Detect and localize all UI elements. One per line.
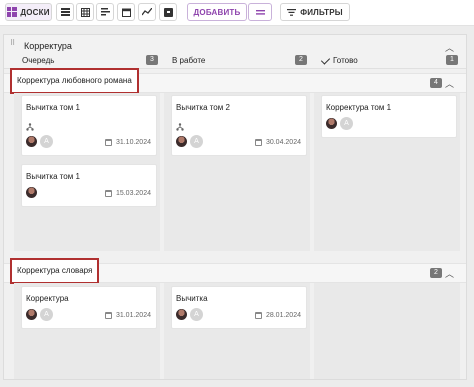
task-card[interactable]: Вычитка том 1 A 31.10.2024 [21, 95, 157, 156]
task-card[interactable]: Вычитка том 2 A 30.04.2024 [171, 95, 307, 156]
avatar[interactable] [175, 308, 188, 321]
calendar-icon [104, 190, 112, 197]
boards-icon [7, 7, 18, 17]
due-date: 31.01.2024 [104, 312, 151, 319]
add-button-label: ДОБАВИТЬ [193, 7, 241, 17]
kanban-board: ⠿ Корректура ︿ Очередь 3 В работе 2 Гото… [3, 34, 467, 380]
swimlane-header[interactable]: Корректура любовного романа 4 ︿ [4, 68, 466, 94]
column-count-queue: 3 [146, 55, 158, 65]
assignees [25, 186, 38, 199]
gantt-view-button[interactable] [96, 3, 114, 21]
task-card[interactable]: Корректура A 31.01.2024 [21, 286, 157, 329]
column-done [314, 283, 460, 379]
subtasks-icon [176, 123, 184, 133]
column-count-done: 1 [446, 55, 458, 65]
avatar[interactable] [175, 135, 188, 148]
due-date-text: 31.01.2024 [115, 312, 151, 319]
archive-icon [163, 7, 173, 17]
task-card[interactable]: Вычитка том 1 15.03.2024 [21, 164, 157, 207]
column-header-in-progress: В работе [172, 56, 206, 65]
check-icon [320, 54, 331, 65]
boards-view-label: ДОСКИ [20, 7, 50, 17]
assignees: A [175, 135, 203, 148]
drag-handle-icon[interactable]: ⠿ [10, 40, 18, 51]
assignees: A [25, 308, 53, 321]
assignees: A [325, 117, 353, 130]
avatar[interactable]: A [40, 308, 53, 321]
column-header-done-label: Готово [333, 56, 358, 65]
filters-button[interactable]: ФИЛЬТРЫ [280, 3, 350, 21]
gantt-icon [100, 8, 110, 16]
subtasks-icon [26, 123, 34, 133]
swimlane-title: Корректура любовного романа [10, 68, 139, 94]
column-header-queue: Очередь [22, 56, 55, 65]
due-date-text: 15.03.2024 [115, 190, 151, 197]
due-date-text: 30.04.2024 [265, 139, 301, 146]
calendar-icon [104, 139, 112, 146]
avatar[interactable]: A [190, 308, 203, 321]
equals-icon [255, 9, 265, 15]
avatar[interactable] [25, 186, 38, 199]
avatar[interactable]: A [40, 135, 53, 148]
archive-view-button[interactable] [159, 3, 177, 21]
swimlane-header[interactable]: Корректура словаря 2 ︿ [4, 258, 466, 284]
due-date-text: 28.01.2024 [265, 312, 301, 319]
card-title: Вычитка том 1 [26, 103, 80, 112]
table-view-button[interactable] [76, 3, 94, 21]
task-card[interactable]: Вычитка A 28.01.2024 [171, 286, 307, 329]
avatar[interactable]: A [340, 117, 353, 130]
list-view-button[interactable] [56, 3, 74, 21]
toolbar: ДОСКИ ДОБАВИТЬ ФИЛЬТРЫ [0, 0, 474, 26]
filters-label: ФИЛЬТРЫ [300, 7, 343, 17]
avatar[interactable]: A [190, 135, 203, 148]
chevron-up-icon[interactable]: ︿ [445, 41, 454, 54]
board-header: ⠿ Корректура ︿ Очередь 3 В работе 2 Гото… [4, 35, 466, 69]
calendar-icon [121, 8, 131, 17]
card-title: Корректура [26, 294, 69, 303]
chevron-up-icon[interactable]: ︿ [445, 267, 454, 280]
calendar-view-button[interactable] [117, 3, 135, 21]
card-title: Корректура том 1 [326, 103, 392, 112]
card-title: Вычитка том 1 [26, 172, 80, 181]
swimlane-count: 4 [430, 78, 442, 88]
due-date: 30.04.2024 [254, 139, 301, 146]
chart-line-icon [142, 8, 152, 16]
swimlane-count: 2 [430, 268, 442, 278]
avatar[interactable] [25, 135, 38, 148]
due-date: 31.10.2024 [104, 139, 151, 146]
calendar-icon [254, 312, 262, 319]
task-card[interactable]: Корректура том 1 A [321, 95, 457, 138]
due-date: 15.03.2024 [104, 190, 151, 197]
assignees: A [25, 135, 53, 148]
assignees: A [175, 308, 203, 321]
calendar-icon [104, 312, 112, 319]
chevron-up-icon[interactable]: ︿ [445, 77, 454, 90]
add-options-button[interactable] [248, 3, 272, 21]
avatar[interactable] [325, 117, 338, 130]
column-header-done: Готово [320, 54, 358, 65]
add-button[interactable]: ДОБАВИТЬ [187, 3, 247, 21]
column-count-in-progress: 2 [295, 55, 307, 65]
due-date-text: 31.10.2024 [115, 139, 151, 146]
board-title: Корректура [24, 41, 72, 51]
card-title: Вычитка том 2 [176, 103, 230, 112]
swimlane-title: Корректура словаря [10, 258, 100, 284]
filter-icon [287, 8, 297, 16]
card-title: Вычитка [176, 294, 208, 303]
table-icon [80, 7, 90, 17]
list-icon [60, 8, 70, 16]
boards-view-button[interactable]: ДОСКИ [5, 3, 52, 21]
due-date: 28.01.2024 [254, 312, 301, 319]
avatar[interactable] [25, 308, 38, 321]
calendar-icon [254, 139, 262, 146]
chart-view-button[interactable] [138, 3, 156, 21]
